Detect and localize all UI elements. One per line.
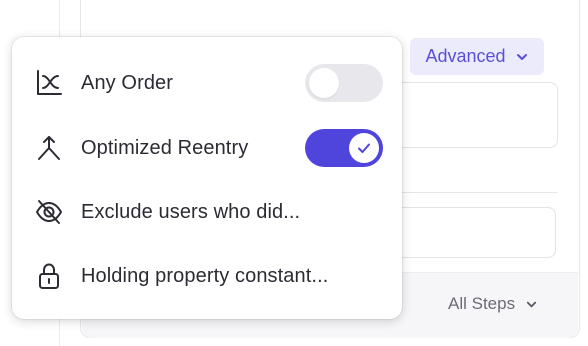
all-steps-label: All Steps xyxy=(448,294,516,313)
optimized-reentry-toggle[interactable] xyxy=(305,129,383,167)
toggle-knob xyxy=(309,68,339,98)
check-icon xyxy=(358,143,370,153)
eye-off-icon xyxy=(34,197,64,227)
all-steps-dropdown[interactable]: All Steps xyxy=(448,294,538,314)
advanced-button-label: Advanced xyxy=(425,46,506,66)
stage: Advanced All Steps Any Order Optimized R… xyxy=(0,0,588,346)
any-order-icon xyxy=(34,68,64,98)
divider xyxy=(380,192,558,193)
menu-item-any-order[interactable]: Any Order xyxy=(12,51,402,115)
menu-item-optimized-reentry[interactable]: Optimized Reentry xyxy=(12,116,402,180)
menu-item-label: Any Order xyxy=(81,71,174,94)
any-order-toggle[interactable] xyxy=(305,64,383,102)
advanced-options-menu: Any Order Optimized Reentry Exclude user… xyxy=(12,37,402,319)
toggle-knob xyxy=(349,133,379,163)
menu-item-label: Exclude users who did... xyxy=(81,200,301,223)
reentry-icon xyxy=(34,133,64,163)
background-field-2[interactable] xyxy=(380,207,556,258)
background-field-1[interactable] xyxy=(380,82,558,148)
menu-item-label: Optimized Reentry xyxy=(81,136,249,159)
advanced-button[interactable]: Advanced xyxy=(410,38,544,75)
chevron-down-icon xyxy=(516,53,527,60)
chevron-down-icon xyxy=(526,301,537,307)
menu-item-exclude-users[interactable]: Exclude users who did... xyxy=(12,180,402,244)
lock-icon xyxy=(34,261,64,291)
menu-item-holding-property[interactable]: Holding property constant... xyxy=(12,244,402,308)
menu-item-label: Holding property constant... xyxy=(81,264,329,287)
